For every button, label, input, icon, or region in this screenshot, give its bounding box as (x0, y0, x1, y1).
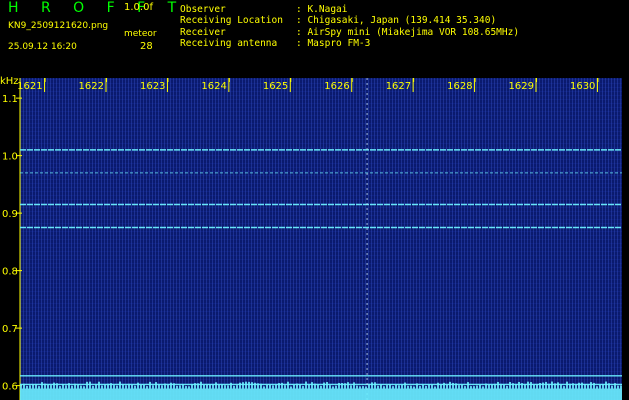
antenna-value: : Maspro FM-3 (296, 38, 371, 49)
app-title: H R O F F T (8, 0, 186, 16)
y-axis-label: kHz (0, 76, 19, 87)
spectrogram (20, 78, 622, 400)
date-time: 25.09.12 16:20 (8, 42, 77, 52)
antenna-label: Receiving antenna (180, 38, 278, 49)
y-tick-label: 0.8 (2, 267, 18, 278)
meteor-count: 28 (140, 41, 153, 52)
y-tick-label: 1.1 (2, 94, 18, 105)
y-tick-label: 0.6 (2, 382, 18, 393)
y-tick-label: 0.7 (2, 324, 18, 335)
y-tick-label: 1.0 (2, 152, 18, 163)
version-label: 1.0.0f (124, 2, 153, 13)
meteor-label: meteor (124, 29, 157, 39)
y-tick-label: 0.9 (2, 209, 18, 220)
file-name: KN9_2509121620.png (8, 21, 109, 31)
location-value: : Chigasaki, Japan (139.414 35.340) (296, 15, 497, 26)
location-label: Receiving Location (180, 15, 283, 26)
